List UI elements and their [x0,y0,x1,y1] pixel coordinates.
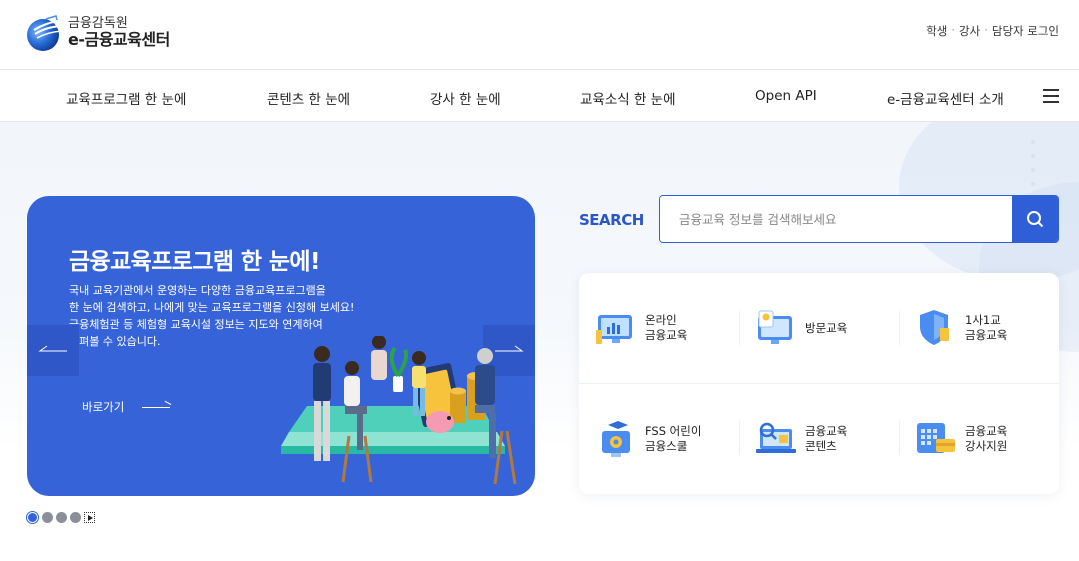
quick-item-label: 금융교육 [965,424,1008,438]
banner-desc-line: 한 눈에 검색하고, 나에게 맞는 교육프로그램을 신청해 보세요! [69,301,355,314]
laptop-search-icon [756,422,796,453]
school-icon [602,421,630,457]
calendar-card-icon [917,423,955,453]
banner-desc-line: 금융체험관 등 체험형 교육시설 정보는 지도와 연계하여 [69,318,323,331]
banner-go-link[interactable]: 바로가기 [82,399,172,415]
quick-item-online-education[interactable]: 온라인 금융교육 [594,300,744,356]
quick-item-label: 강사지원 [965,439,1008,453]
quick-item-label: FSS 어린이 [645,424,702,438]
banner-illustration [281,336,517,485]
header: 금융감독원 e-금융교육센터 학생 · 강사 · 담당자 로그인 [0,0,1079,69]
pagination-dot-1[interactable] [28,513,37,522]
site-name: e-금융교육센터 [68,30,170,50]
quick-item-label: 금융스쿨 [645,439,688,453]
quick-item-education-contents[interactable]: 금융교육 콘텐츠 [754,411,904,467]
util-link-student[interactable]: 학생 [926,23,947,39]
bg-dots [1031,140,1035,186]
util-separator: · [984,23,988,37]
play-pause-icon[interactable] [84,512,95,523]
quick-item-label: 콘텐츠 [805,439,837,453]
nav-item-contents[interactable]: 콘텐츠 한 눈에 [267,88,350,108]
nav-item-news[interactable]: 교육소식 한 눈에 [580,88,676,108]
util-link-manager-login[interactable]: 담당자 로그인 [992,23,1059,39]
search-button[interactable] [1012,196,1058,242]
quick-item-label: 온라인 [645,313,677,327]
search-label: SEARCH [579,211,644,229]
shield-icon [920,310,949,345]
org-name: 금융감독원 [68,16,128,32]
pagination-dot-4[interactable] [70,512,81,523]
quick-item-label: 1사1교 [965,313,1001,327]
monitor-chart-icon [596,315,632,344]
main-nav: 교육프로그램 한 눈에 콘텐츠 한 눈에 강사 한 눈에 교육소식 한 눈에 O… [0,69,1079,122]
nav-item-programs[interactable]: 교육프로그램 한 눈에 [66,88,186,108]
banner-desc-line: 국내 교육기관에서 운영하는 다양한 금융교육프로그램을 [69,284,326,297]
quick-item-label: 금융교육 [805,424,848,438]
quick-item-visit-education[interactable]: 방문교육 [754,300,904,356]
quick-item-label: 금융교육 [965,328,1008,342]
banner-prev-button[interactable] [27,325,79,376]
divider [579,383,1059,384]
fss-logo-icon [27,15,63,51]
hamburger-menu-icon[interactable] [1043,89,1059,103]
pagination-dot-3[interactable] [56,512,67,523]
search-box [659,195,1059,243]
visit-monitor-icon [758,310,792,344]
site-logo[interactable]: 금융감독원 e-금융교육센터 [26,14,170,52]
search-icon [1027,211,1044,228]
quick-menu: 온라인 금융교육 방문교육 1사1교 금융교육 FSS 어린이 금융스쿨 금융교… [579,273,1059,494]
quick-item-fss-kids-school[interactable]: FSS 어린이 금융스쿨 [594,411,744,467]
pagination-dot-2[interactable] [42,512,53,523]
util-menu: 학생 · 강사 · 담당자 로그인 [926,23,1059,39]
quick-item-label: 방문교육 [805,320,848,335]
util-link-instructor[interactable]: 강사 [959,23,980,39]
banner-go-label: 바로가기 [82,400,125,414]
nav-item-instructors[interactable]: 강사 한 눈에 [430,88,501,108]
quick-item-label: 금융교육 [645,328,688,342]
nav-item-open-api[interactable]: Open API [755,88,817,104]
quick-item-one-company-one-school[interactable]: 1사1교 금융교육 [914,300,1064,356]
nav-item-about[interactable]: e-금융교육센터 소개 [887,88,1004,108]
arrow-right-icon [142,403,172,411]
quick-item-instructor-support[interactable]: 금융교육 강사지원 [914,411,1064,467]
banner-title: 금융교육프로그램 한 눈에! [69,249,320,275]
main-banner: 금융교육프로그램 한 눈에! 국내 교육기관에서 운영하는 다양한 금융교육프로… [27,196,535,496]
arrow-left-icon [38,345,67,352]
util-separator: · [951,23,956,37]
search-input[interactable] [660,196,1013,242]
banner-pagination [27,512,95,523]
